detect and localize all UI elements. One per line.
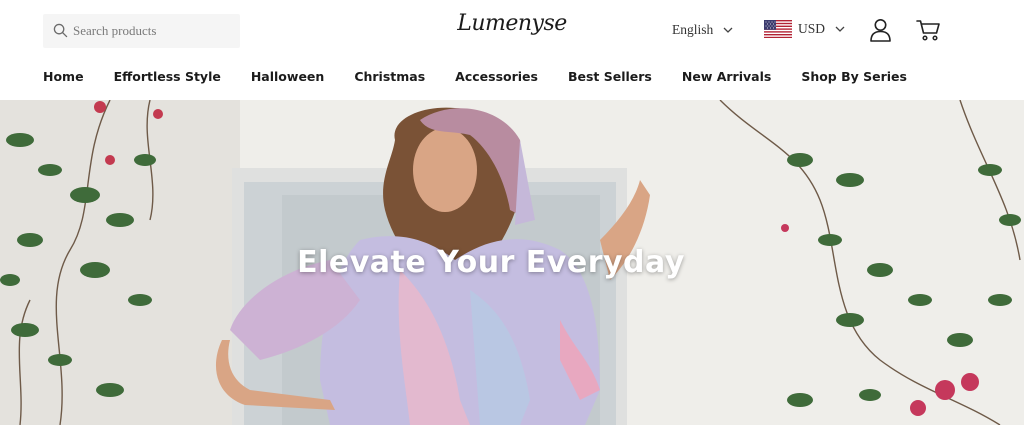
nav-item-accessories[interactable]: Accessories — [455, 69, 538, 84]
hero-title: Elevate Your Everyday — [297, 245, 685, 280]
nav-item-best-sellers[interactable]: Best Sellers — [568, 69, 652, 84]
main-nav: Home Effortless Style Halloween Christma… — [43, 69, 937, 84]
chevron-down-icon — [835, 26, 845, 32]
language-selector[interactable]: English — [672, 22, 733, 38]
nav-item-shop-by-series[interactable]: Shop By Series — [801, 69, 907, 84]
site-logo[interactable]: Lumenyse — [452, 11, 572, 36]
search-input[interactable] — [73, 14, 233, 48]
currency-label: USD — [798, 21, 826, 36]
nav-item-effortless-style[interactable]: Effortless Style — [114, 69, 221, 84]
currency-selector[interactable]: USD — [764, 20, 845, 38]
page-bottom-strip — [0, 425, 1024, 432]
nav-item-halloween[interactable]: Halloween — [251, 69, 324, 84]
cart-icon[interactable] — [916, 18, 941, 42]
hero-banner[interactable]: Elevate Your Everyday — [0, 100, 1024, 425]
nav-item-christmas[interactable]: Christmas — [354, 69, 425, 84]
search-icon[interactable] — [53, 23, 68, 38]
nav-item-home[interactable]: Home — [43, 69, 84, 84]
us-flag-icon — [764, 20, 792, 38]
search-box[interactable] — [43, 14, 240, 48]
nav-item-new-arrivals[interactable]: New Arrivals — [682, 69, 771, 84]
language-label: English — [672, 22, 714, 37]
user-icon[interactable] — [869, 18, 892, 42]
chevron-down-icon — [723, 27, 733, 33]
site-header: Lumenyse English USD — [0, 0, 1024, 100]
